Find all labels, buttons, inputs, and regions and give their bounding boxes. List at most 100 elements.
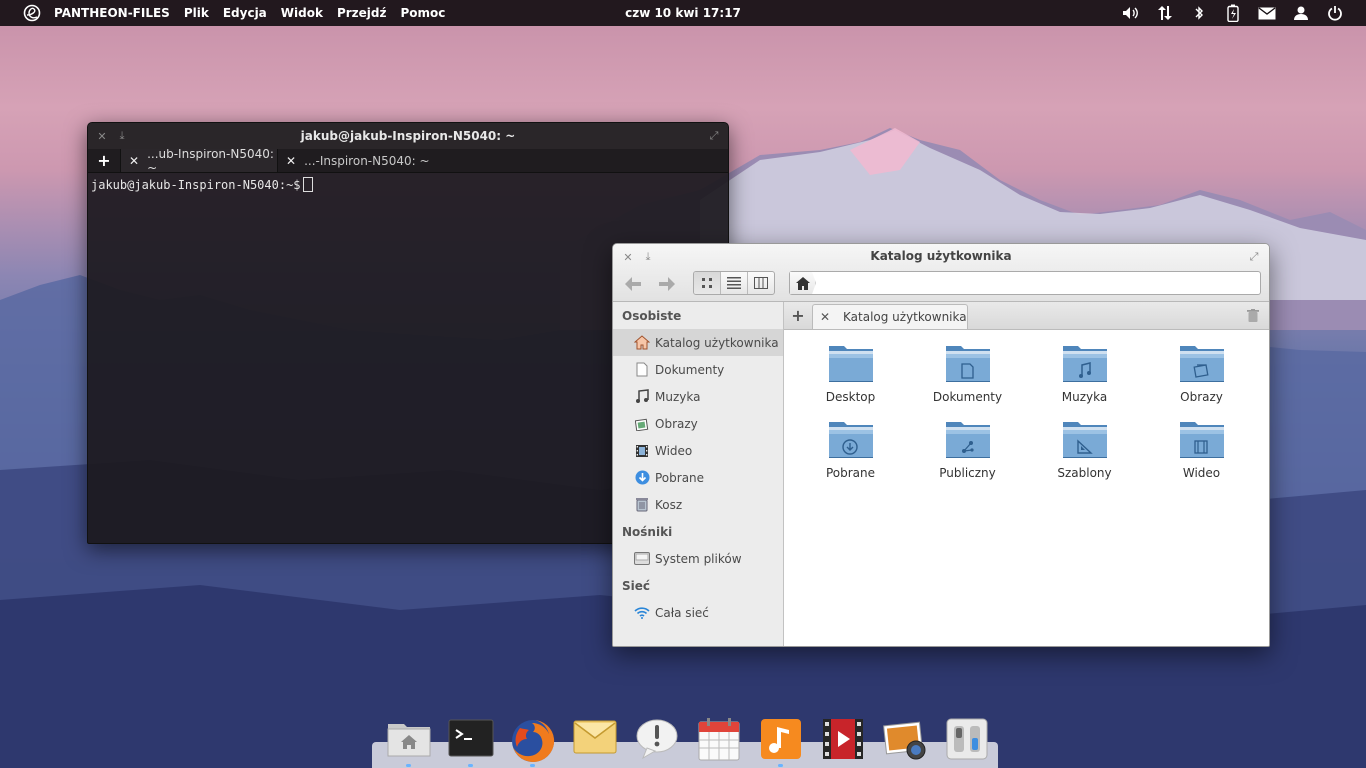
folder-item[interactable]: Muzyka (1026, 342, 1143, 404)
app-name-menu[interactable]: PANTHEON-FILES (54, 6, 170, 20)
column-view-button[interactable] (748, 272, 774, 294)
running-indicator (778, 764, 783, 767)
folder-item[interactable]: Wideo (1143, 418, 1260, 480)
new-tab-button[interactable]: + (88, 149, 120, 172)
clock[interactable]: czw 10 kwi 17:17 (625, 6, 741, 20)
arrow-left-icon (625, 277, 641, 291)
folder-item[interactable]: Dokumenty (909, 342, 1026, 404)
sidebar-item-downloads[interactable]: Pobrane (613, 464, 783, 491)
folder-item[interactable]: Desktop (792, 342, 909, 404)
folder-label: Publiczny (939, 466, 996, 480)
files-tab[interactable]: ✕ Katalog użytkownika (812, 304, 968, 329)
grid-icon (702, 278, 712, 288)
files-title: Katalog użytkownika (870, 249, 1012, 263)
minimize-icon[interactable]: ⤓ (112, 126, 132, 146)
trash-icon (633, 496, 651, 514)
volume-icon[interactable] (1114, 0, 1148, 26)
sidebar-item-documents[interactable]: Dokumenty (613, 356, 783, 383)
terminal-tab-1[interactable]: ✕ ...ub-Inspiron-N5040: ~ (120, 147, 277, 175)
terminal-cursor (302, 177, 313, 192)
menu-widok[interactable]: Widok (281, 6, 323, 20)
list-view-button[interactable] (721, 272, 748, 294)
folder-label: Muzyka (1061, 390, 1108, 404)
terminal-titlebar[interactable]: ✕ ⤓ jakub@jakub-Inspiron-N5040: ~ ⤢ (88, 123, 728, 149)
terminal-tabbar: + ✕ ...ub-Inspiron-N5040: ~ ✕ ...-Inspir… (88, 147, 728, 175)
folder-icon (1062, 346, 1107, 382)
network-icon[interactable] (1148, 0, 1182, 26)
home-icon (633, 334, 651, 352)
close-icon[interactable]: ✕ (92, 126, 112, 146)
dock-photos[interactable] (874, 712, 936, 768)
folder-item[interactable]: Szablony (1026, 418, 1143, 480)
notification-icon (636, 719, 678, 760)
dock-music[interactable] (750, 712, 812, 768)
files-header[interactable]: ✕ ⤓ Katalog użytkownika ⤢ (613, 244, 1269, 302)
folder-item[interactable]: Obrazy (1143, 342, 1260, 404)
sidebar-item-videos[interactable]: Wideo (613, 437, 783, 464)
running-indicator (406, 764, 411, 767)
folder-grid: Desktop Dokumenty Muzyka Obrazy Pobrane Publi… (792, 342, 1264, 480)
menu-edycja[interactable]: Edycja (223, 6, 267, 20)
sidebar-item-label: Cała sieć (655, 605, 709, 620)
dock-mail[interactable] (564, 712, 626, 768)
dock-firefox[interactable] (502, 712, 564, 768)
mail-icon[interactable] (1250, 0, 1284, 26)
folder-icon (945, 346, 990, 382)
folder-label: Wideo (1182, 466, 1221, 480)
elementary-logo-icon[interactable] (22, 3, 42, 23)
menu-pomoc[interactable]: Pomoc (400, 6, 445, 20)
top-panel: PANTHEON-FILES Plik Edycja Widok Przejdź… (0, 0, 1366, 26)
sidebar-item-label: System plików (655, 551, 742, 566)
maximize-icon[interactable]: ⤢ (704, 126, 724, 146)
dock-videos[interactable] (812, 712, 874, 768)
path-home-button[interactable] (790, 272, 816, 294)
list-icon (727, 277, 741, 289)
sidebar-header-devices: Nośniki (622, 525, 673, 539)
document-icon (633, 361, 651, 379)
power-icon[interactable] (1318, 0, 1352, 26)
user-icon[interactable] (1284, 0, 1318, 26)
menu-plik[interactable]: Plik (184, 6, 209, 20)
folder-label: Obrazy (1180, 390, 1223, 404)
dock-settings[interactable] (936, 712, 998, 768)
folder-item[interactable]: Publiczny (909, 418, 1026, 480)
sidebar-item-label: Pobrane (655, 470, 705, 485)
sidebar-item-home[interactable]: Katalog użytkownika (613, 329, 783, 356)
terminal-tab-2[interactable]: ✕ ...-Inspiron-N5040: ~ (277, 149, 434, 172)
sidebar-item-filesystem[interactable]: System plików (613, 545, 783, 572)
folder-item[interactable]: Pobrane (792, 418, 909, 480)
folder-label: Desktop (825, 390, 876, 404)
home-icon (795, 276, 810, 290)
folder-label: Pobrane (825, 466, 876, 480)
forward-button[interactable] (653, 271, 681, 297)
close-tab-icon[interactable]: ✕ (813, 310, 837, 324)
files-window: ✕ ⤓ Katalog użytkownika ⤢ Osobiste Katal… (612, 243, 1270, 647)
grid-view-button[interactable] (694, 272, 721, 294)
menu-przejdz[interactable]: Przejdź (337, 6, 387, 20)
close-tab-icon[interactable]: ✕ (286, 154, 296, 168)
sidebar-item-trash[interactable]: Kosz (613, 491, 783, 518)
sidebar-item-label: Dokumenty (655, 362, 725, 377)
battery-icon[interactable] (1216, 0, 1250, 26)
sidebar-item-pictures[interactable]: Obrazy (613, 410, 783, 437)
new-tab-button[interactable]: + (784, 302, 812, 329)
dock-files[interactable] (378, 712, 440, 768)
dock-notes[interactable] (626, 712, 688, 768)
sidebar-item-network[interactable]: Cała sieć (613, 599, 783, 626)
download-icon (633, 469, 651, 487)
running-indicator (530, 764, 535, 767)
music-app-icon (761, 719, 801, 759)
drive-icon (633, 550, 651, 568)
photos-app-icon (883, 721, 926, 760)
firefox-icon (512, 719, 555, 762)
close-tab-icon[interactable]: ✕ (129, 154, 139, 168)
sidebar-item-music[interactable]: Muzyka (613, 383, 783, 410)
sidebar-item-label: Kosz (655, 497, 683, 512)
dock-terminal[interactable] (440, 712, 502, 768)
maximize-icon[interactable]: ⤢ (1245, 248, 1263, 266)
location-bar[interactable] (789, 271, 1261, 295)
trash-button[interactable] (1247, 308, 1259, 327)
bluetooth-icon[interactable] (1182, 0, 1216, 26)
back-button[interactable] (619, 271, 647, 297)
dock-calendar[interactable] (688, 712, 750, 768)
